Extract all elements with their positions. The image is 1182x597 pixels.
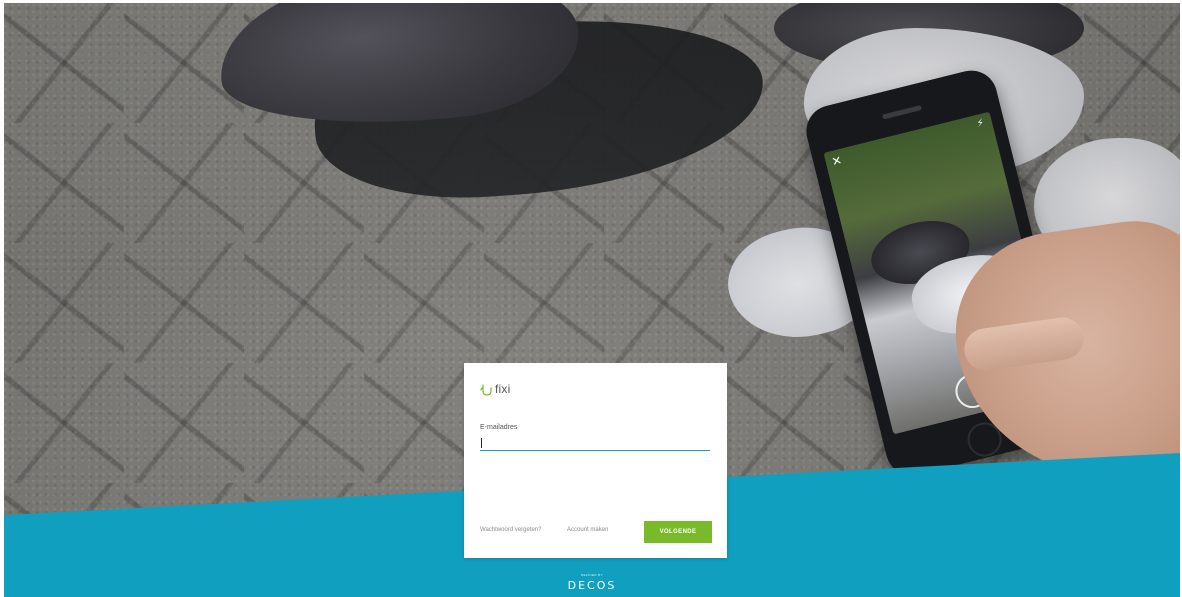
logo-text: fixi	[495, 382, 511, 396]
forgot-password-link[interactable]: Wachtwoord vergeten?	[480, 527, 541, 533]
close-icon: ✕	[830, 152, 844, 170]
fixi-hand-icon	[480, 383, 492, 396]
text-caret	[481, 438, 482, 448]
powered-by-label: DEFINED BY	[580, 573, 603, 577]
next-button[interactable]: VOLGENDE	[644, 521, 712, 543]
email-field[interactable]	[480, 436, 710, 451]
email-label: E-mailadres	[480, 424, 518, 431]
flash-icon: ⚡	[975, 117, 986, 130]
fixi-logo: fixi	[480, 382, 510, 396]
phone-speaker	[881, 105, 922, 120]
create-account-link[interactable]: Account maken	[567, 527, 608, 533]
page-frame: ✕ ⚡ fixi E-mailadres Wachtwoord vergeten…	[4, 3, 1180, 597]
decos-logo: DECOS	[567, 579, 617, 592]
login-card: fixi E-mailadres Wachtwoord vergeten? Ac…	[464, 363, 727, 558]
login-page: ✕ ⚡ fixi E-mailadres Wachtwoord vergeten…	[0, 0, 1182, 597]
